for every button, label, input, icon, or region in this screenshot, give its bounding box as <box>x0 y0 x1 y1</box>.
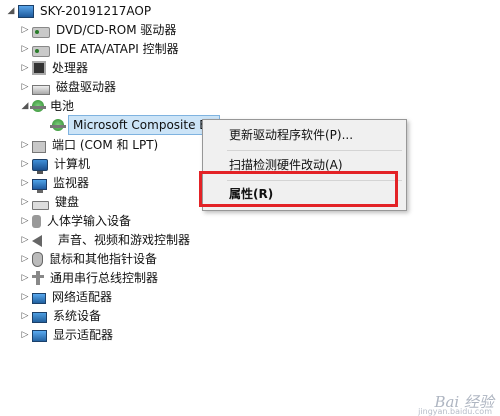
highlight-box <box>199 171 398 207</box>
tree-item-label: 处理器 <box>52 61 89 75</box>
menu-separator <box>227 150 402 151</box>
audio-icon <box>32 235 42 247</box>
computer-icon <box>18 4 34 18</box>
tree-item-label: 鼠标和其他指针设备 <box>49 252 158 266</box>
tree-item-processor[interactable]: ▷ 处理器 <box>20 59 90 77</box>
tree-item-label: 监视器 <box>53 176 90 190</box>
tree-item-keyboard[interactable]: ▷ 键盘 <box>20 193 81 211</box>
tree-item-display[interactable]: ▷ 显示适配器 <box>20 326 115 344</box>
display-adapter-icon <box>32 330 47 342</box>
expand-arrow-icon[interactable]: ▷ <box>20 250 30 268</box>
menu-item-update-driver[interactable]: 更新驱动程序软件(P)... <box>229 124 353 146</box>
tree-item-battery[interactable]: ◢ 电池 <box>20 97 76 115</box>
expand-arrow-icon[interactable]: ▷ <box>20 269 30 287</box>
tree-item-label: IDE ATA/ATAPI 控制器 <box>56 42 179 56</box>
tree-item-label: 计算机 <box>54 157 91 171</box>
expand-arrow-icon[interactable]: ▷ <box>20 193 30 211</box>
hid-icon <box>32 214 41 228</box>
tree-root-label: SKY-20191217AOP <box>40 4 152 18</box>
tree-item-hid[interactable]: ▷ 人体学输入设备 <box>20 212 133 230</box>
expand-arrow-icon[interactable]: ▷ <box>20 174 30 192</box>
collapse-arrow-icon[interactable]: ◢ <box>6 2 16 20</box>
expand-arrow-icon[interactable]: ▷ <box>20 78 30 96</box>
ide-controller-icon <box>32 45 50 57</box>
tree-item-label: 磁盘驱动器 <box>56 80 117 94</box>
tree-item-usb[interactable]: ▷ 通用串行总线控制器 <box>20 269 160 287</box>
port-icon <box>32 140 46 153</box>
tree-item-label: 声音、视频和游戏控制器 <box>58 233 191 247</box>
computer-category-icon <box>32 158 48 174</box>
mouse-icon <box>32 251 43 267</box>
tree-item-computer[interactable]: ▷ 计算机 <box>20 155 92 174</box>
tree-item-label: 网络适配器 <box>52 290 113 304</box>
tree-item-label: 电池 <box>50 99 75 113</box>
tree-item-label: 系统设备 <box>53 309 102 323</box>
expand-arrow-icon[interactable]: ▷ <box>20 326 30 344</box>
disc-drive-icon <box>32 26 50 38</box>
battery-icon <box>30 100 46 112</box>
tree-item-label: 显示适配器 <box>53 328 114 342</box>
system-device-icon <box>32 311 47 323</box>
tree-item-disk[interactable]: ▷ 磁盘驱动器 <box>20 78 118 96</box>
tree-item-monitor[interactable]: ▷ 监视器 <box>20 174 91 193</box>
tree-item-label-selected: Microsoft Composite Ba <box>68 115 220 135</box>
tree-item-label: 通用串行总线控制器 <box>50 271 159 285</box>
usb-icon <box>32 271 44 285</box>
tree-item-ports[interactable]: ▷ 端口 (COM 和 LPT) <box>20 136 160 154</box>
tree-item-label: 端口 (COM 和 LPT) <box>52 138 159 152</box>
tree-item-ide[interactable]: ▷ IDE ATA/ATAPI 控制器 <box>20 40 181 58</box>
processor-icon <box>32 61 46 75</box>
expand-arrow-icon[interactable]: ▷ <box>20 59 30 77</box>
tree-item-audio[interactable]: ▷ 声音、视频和游戏控制器 <box>20 231 192 249</box>
tree-item-composite-battery[interactable]: Microsoft Composite Ba <box>40 115 220 135</box>
expand-arrow-icon[interactable]: ▷ <box>20 40 30 58</box>
watermark-url: jingyan.baidu.com <box>418 407 492 416</box>
expand-arrow-icon[interactable]: ▷ <box>20 212 30 230</box>
expand-arrow-icon[interactable]: ▷ <box>20 231 30 249</box>
collapse-arrow-icon[interactable]: ◢ <box>20 97 30 115</box>
monitor-icon <box>32 178 47 193</box>
tree-item-system[interactable]: ▷ 系统设备 <box>20 307 103 325</box>
expand-arrow-icon[interactable]: ▷ <box>20 307 30 325</box>
tree-item-mouse[interactable]: ▷ 鼠标和其他指针设备 <box>20 250 159 268</box>
battery-device-icon <box>50 119 66 131</box>
expand-arrow-icon[interactable]: ▷ <box>20 288 30 306</box>
tree-item-network[interactable]: ▷ 网络适配器 <box>20 288 114 306</box>
expand-arrow-icon[interactable]: ▷ <box>20 136 30 154</box>
tree-item-label: 键盘 <box>55 195 80 209</box>
expand-arrow-icon[interactable]: ▷ <box>20 155 30 173</box>
disk-drive-icon <box>32 84 50 95</box>
tree-root[interactable]: ◢ SKY-20191217AOP <box>6 2 153 20</box>
keyboard-icon <box>32 200 49 210</box>
tree-item-dvd[interactable]: ▷ DVD/CD-ROM 驱动器 <box>20 21 178 39</box>
tree-item-label: 人体学输入设备 <box>47 214 132 228</box>
network-adapter-icon <box>32 293 46 304</box>
tree-item-label: DVD/CD-ROM 驱动器 <box>56 23 177 37</box>
expand-arrow-icon[interactable]: ▷ <box>20 21 30 39</box>
